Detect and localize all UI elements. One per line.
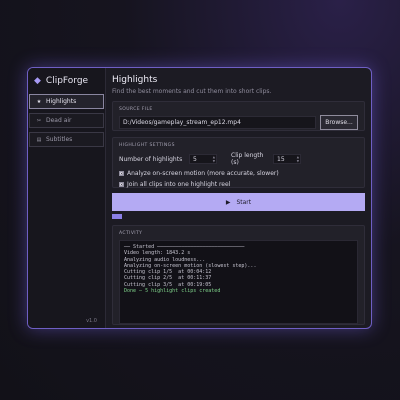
clip-length-value: 15 <box>277 155 285 163</box>
join-checkbox-row[interactable]: ✕ Join all clips into one highlight reel <box>119 181 358 188</box>
activity-card: ACTIVITY ── Started ────────────────────… <box>112 225 365 325</box>
motion-checkbox[interactable]: ✕ <box>119 171 124 176</box>
start-button-label: Start <box>236 198 252 206</box>
play-icon: ▶ <box>225 198 231 206</box>
page-title: Highlights <box>112 75 158 85</box>
motion-checkbox-row[interactable]: ✕ Analyze on-screen motion (more accurat… <box>119 170 358 177</box>
clip-length-label: Clip length (s) <box>231 152 264 166</box>
page-subtitle: Find the best moments and cut them into … <box>112 88 272 95</box>
join-checkbox-label: Join all clips into one highlight reel <box>127 181 231 188</box>
settings-heading: HIGHLIGHT SETTINGS <box>119 143 175 148</box>
stepper-arrows-icon[interactable]: ▲ ▼ <box>297 155 299 163</box>
sidebar: ◆ ClipForge ★ Highlights ✂ Dead air ▤ Su… <box>28 68 106 328</box>
scissors-icon: ✂ <box>36 117 42 124</box>
star-icon: ★ <box>36 98 42 105</box>
diamond-logo-icon: ◆ <box>34 76 41 86</box>
sidebar-item-dead-air[interactable]: ✂ Dead air <box>29 113 104 128</box>
sidebar-item-label: Dead air <box>46 117 72 124</box>
browse-button[interactable]: Browse... <box>320 115 358 130</box>
motion-checkbox-label: Analyze on-screen motion (more accurate,… <box>127 170 279 177</box>
app-name: ClipForge <box>45 76 89 86</box>
progress-bar <box>112 214 365 219</box>
progress-fill <box>112 214 123 219</box>
sidebar-item-highlights[interactable]: ★ Highlights <box>29 94 104 109</box>
sidebar-item-subtitles[interactable]: ▤ Subtitles <box>29 132 104 147</box>
brand: ◆ ClipForge <box>28 74 105 94</box>
sidebar-item-label: Subtitles <box>46 136 73 143</box>
subtitles-icon: ▤ <box>36 136 42 143</box>
num-highlights-label: Number of highlights <box>119 155 183 163</box>
highlight-settings-card: HIGHLIGHT SETTINGS Number of highlights … <box>112 137 365 188</box>
log-done-line: Done — 5 highlight clips created <box>124 288 221 295</box>
activity-heading: ACTIVITY <box>119 231 143 236</box>
num-highlights-value: 5 <box>193 155 197 163</box>
app-window: ◆ ClipForge ★ Highlights ✂ Dead air ▤ Su… <box>27 67 372 329</box>
clip-length-stepper[interactable]: 15 ▲ ▼ <box>273 154 301 164</box>
source-file-heading: SOURCE FILE <box>119 107 153 112</box>
version-label: v1.0 <box>86 318 97 324</box>
file-path-input[interactable]: D:/Videos/gameplay_stream_ep12.mp4 <box>119 116 316 129</box>
join-checkbox[interactable]: ✕ <box>119 182 124 187</box>
sidebar-item-label: Highlights <box>46 98 77 105</box>
activity-log: ── Started ─────────────────────────────… <box>119 240 358 324</box>
stepper-arrows-icon[interactable]: ▲ ▼ <box>213 155 215 163</box>
num-highlights-stepper[interactable]: 5 ▲ ▼ <box>189 154 217 164</box>
start-button[interactable]: ▶ Start <box>112 193 365 211</box>
main-panel: Highlights Find the best moments and cut… <box>106 68 371 328</box>
source-file-card: SOURCE FILE D:/Videos/gameplay_stream_ep… <box>112 101 365 131</box>
